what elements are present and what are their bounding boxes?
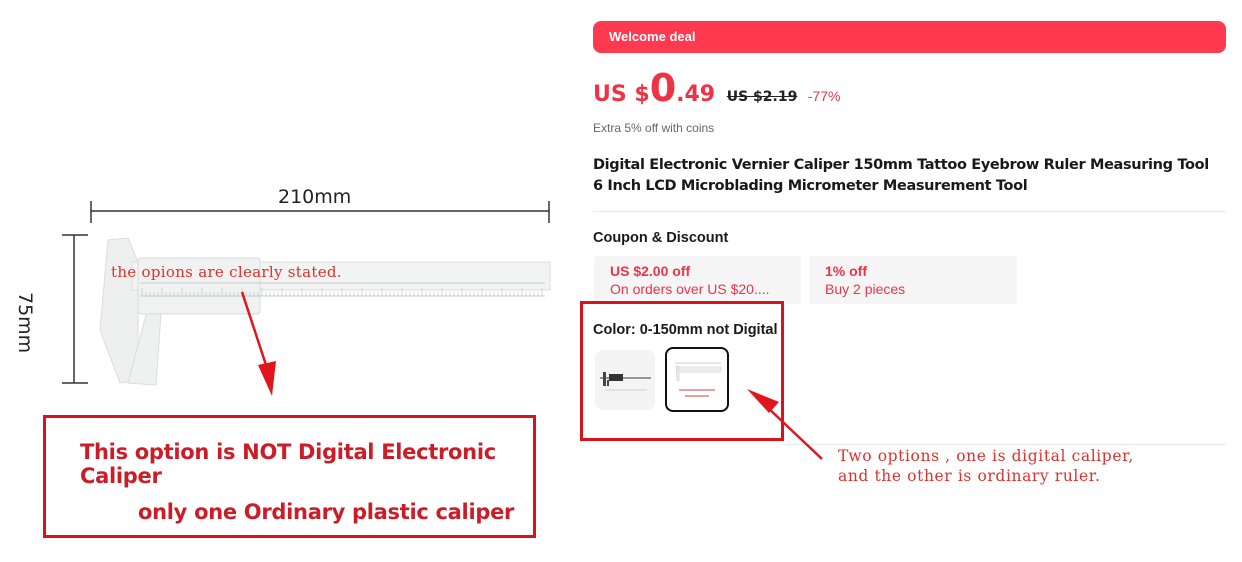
coupon-title: 1% off xyxy=(825,263,867,279)
divider xyxy=(593,211,1226,212)
annotation-options-stated: the opions are clearly stated. xyxy=(111,263,342,281)
welcome-deal-label: Welcome deal xyxy=(609,29,696,44)
warning-line-2: only one Ordinary plastic caliper xyxy=(138,500,515,524)
price-integer: 0 xyxy=(649,66,677,110)
current-price: US $0.49 xyxy=(593,66,721,110)
divider xyxy=(783,444,1226,445)
coupon-card[interactable]: US $2.00 off On orders over US $20.... xyxy=(594,256,801,304)
highlight-box-variants xyxy=(580,301,784,441)
coupon-subtitle: On orders over US $20.... xyxy=(610,281,770,297)
warning-box: This option is NOT Digital Electronic Ca… xyxy=(43,415,536,538)
coupon-subtitle: Buy 2 pieces xyxy=(825,281,906,297)
height-label: 75mm xyxy=(14,292,36,354)
price-row: US $0.49 US $2.19 -77% xyxy=(593,66,840,116)
coupon-heading: Coupon & Discount xyxy=(593,230,729,246)
annotation-line-1: Two options , one is digital caliper, xyxy=(838,447,1134,465)
product-title: Digital Electronic Vernier Caliper 150mm… xyxy=(593,157,1209,194)
discount-badge: -77% xyxy=(807,88,841,104)
width-label: 210mm xyxy=(278,186,352,208)
original-price: US $2.19 xyxy=(726,89,798,105)
coupon-card[interactable]: 1% off Buy 2 pieces xyxy=(809,256,1017,304)
welcome-deal-banner: Welcome deal xyxy=(593,21,1226,53)
annotation-two-options: Two options , one is digital caliper, an… xyxy=(838,446,1134,486)
coins-note: Extra 5% off with coins xyxy=(593,121,715,135)
coupon-title: US $2.00 off xyxy=(610,263,691,279)
warning-line-1: This option is NOT Digital Electronic Ca… xyxy=(80,440,496,488)
price-currency: US $ xyxy=(593,82,650,107)
annotation-line-2: and the other is ordinary ruler. xyxy=(838,467,1101,485)
plastic-caliper-illustration xyxy=(62,201,551,386)
price-decimal: .49 xyxy=(676,82,716,107)
product-main-image: 210mm 75mm the opions are clearly stated… xyxy=(0,0,570,562)
